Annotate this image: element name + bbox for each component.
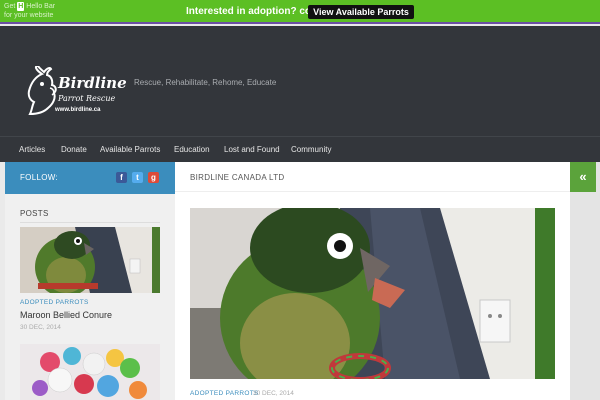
conure-featured-image: [190, 208, 555, 379]
nav-item-articles[interactable]: Articles: [19, 145, 45, 154]
main-post-date: 30 DEC, 2014: [253, 390, 294, 397]
expand-sidebar-chevron-icon[interactable]: «: [570, 162, 596, 192]
post-thumbnail-conure[interactable]: [20, 227, 160, 293]
hello-bar-name: Hello Bar: [26, 3, 56, 10]
hello-bar-branding[interactable]: Get H Hello Bar for your website: [4, 2, 55, 20]
logo-subtitle: Parrot Rescue: [58, 94, 116, 103]
nav-item-education[interactable]: Education: [174, 145, 210, 154]
follow-bar: FOLLOW: f t g: [5, 162, 175, 194]
facebook-icon[interactable]: f: [116, 172, 127, 183]
main-nav: Articles Donate Available Parrots Educat…: [0, 136, 600, 162]
conure-thumbnail-image: [20, 227, 160, 293]
nav-item-donate[interactable]: Donate: [61, 145, 87, 154]
twitter-icon[interactable]: t: [132, 172, 143, 183]
post-date: 30 DEC, 2014: [20, 324, 61, 331]
sidebar: POSTS ADOPTED PARROTS Maroon Bellied Con…: [5, 194, 175, 400]
logo-title: Birdline: [58, 74, 127, 92]
main-header: BIRDLINE CANADA LTD: [175, 162, 570, 192]
nav-item-community[interactable]: Community: [291, 145, 331, 154]
featured-post-image[interactable]: [190, 208, 555, 379]
post-thumbnail-2[interactable]: [20, 344, 160, 400]
feather-toys-thumbnail-image: [20, 344, 160, 400]
nav-item-lost-and-found[interactable]: Lost and Found: [224, 145, 280, 154]
hello-bar-logo-icon: H: [17, 2, 25, 11]
hello-bar-message: Interested in adoption? copy: [186, 6, 323, 17]
site-tagline: Rescue, Rehabilitate, Rehome, Educate: [134, 78, 277, 87]
page-title: BIRDLINE CANADA LTD: [190, 173, 285, 182]
hello-bar: Get H Hello Bar for your website Interes…: [0, 0, 600, 24]
hello-bar-get: Get: [4, 3, 16, 10]
hello-bar-for-website: for your website: [4, 12, 54, 19]
posts-divider: [20, 222, 160, 223]
right-sidebar-collapsed: [570, 162, 600, 400]
post-category-link[interactable]: ADOPTED PARROTS: [20, 299, 89, 306]
nav-item-available-parrots[interactable]: Available Parrots: [100, 145, 160, 154]
view-available-parrots-button[interactable]: View Available Parrots: [308, 5, 414, 19]
posts-widget-title: POSTS: [20, 209, 49, 218]
follow-label: FOLLOW:: [20, 173, 58, 182]
site-header: Birdline Parrot Rescue www.birdline.ca R…: [0, 26, 600, 136]
main-content: BIRDLINE CANADA LTD ADOPTED PARROTS 30 D…: [175, 162, 570, 400]
logo-url: www.birdline.ca: [55, 107, 101, 113]
post-title-link[interactable]: Maroon Bellied Conure: [20, 310, 112, 320]
main-post-category-link[interactable]: ADOPTED PARROTS: [190, 390, 259, 397]
google-plus-icon[interactable]: g: [148, 172, 159, 183]
